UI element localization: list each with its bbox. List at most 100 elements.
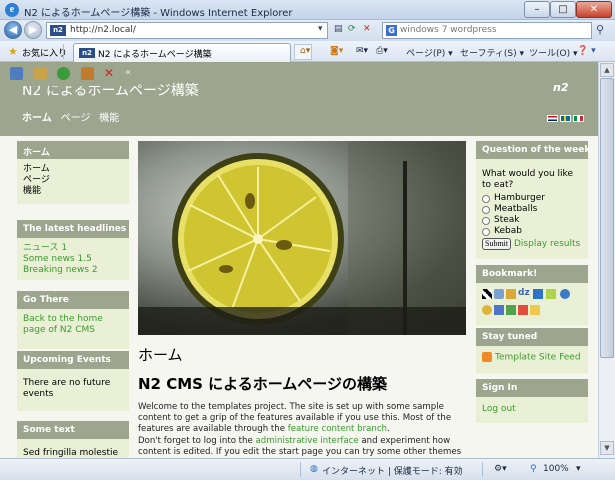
intro-text-end: . (387, 424, 390, 434)
top-navigation: ホーム ページ 機能 (22, 109, 125, 124)
display-results-link[interactable]: Display results (514, 239, 580, 249)
ask-icon[interactable] (560, 289, 570, 299)
feature-branch-link[interactable]: feature content branch (288, 424, 387, 434)
navigation-panel-icon[interactable] (10, 67, 23, 80)
address-url[interactable]: http://n2.local/ (70, 25, 136, 35)
close-window-button[interactable]: ✕ (576, 1, 612, 18)
security-zone-text[interactable]: インターネット | 保護モード: 有効 (322, 464, 463, 477)
vertical-scrollbar[interactable]: ▲ ▼ (598, 62, 615, 458)
delete-icon[interactable]: ✕ (104, 66, 114, 80)
protected-mode-icon[interactable]: ⚙▾ (494, 464, 507, 474)
zoom-dropdown-icon[interactable]: ▾ (576, 464, 581, 474)
favorites-star-icon[interactable]: ★ (8, 45, 18, 58)
favorites-button[interactable]: お気に入り (22, 46, 67, 59)
log-out-link[interactable]: Log out (482, 404, 516, 414)
blinklist-icon[interactable] (530, 305, 540, 315)
radio-button[interactable] (482, 216, 490, 225)
rss-feed-icon[interactable] (482, 352, 492, 362)
google-bookmark-icon[interactable] (533, 289, 543, 299)
compatibility-view-icon[interactable]: ▤ (334, 24, 343, 34)
submit-button[interactable]: Submit (482, 238, 512, 250)
back-button[interactable]: ◀ (4, 21, 22, 39)
home-icon[interactable]: ⌂▾ (300, 46, 310, 56)
maximize-button[interactable]: □ (550, 1, 576, 18)
technorati-icon[interactable] (546, 289, 556, 299)
poll-option-label: Kebab (494, 226, 522, 236)
yahoo-icon[interactable] (482, 305, 492, 315)
news-link[interactable]: Some news 1.5 (23, 254, 123, 265)
refresh-icon[interactable]: ⟳ (348, 24, 356, 34)
dzone-icon[interactable]: dz (518, 288, 530, 298)
collapse-toolbar-icon[interactable]: « (125, 67, 131, 78)
home-page-link[interactable]: Back to the home page of N2 CMS (23, 314, 103, 335)
search-icon[interactable]: ⚲ (596, 23, 604, 36)
stumbleupon-icon[interactable] (506, 289, 516, 299)
search-engine-icon[interactable]: G (386, 25, 397, 36)
minimize-button[interactable]: – (524, 1, 550, 18)
menu-link-page[interactable]: ページ (23, 175, 123, 186)
nav-item-home[interactable]: ホーム (22, 113, 52, 124)
mail-icon[interactable]: ✉▾ (356, 46, 368, 56)
box-title: The latest headlines (17, 220, 129, 238)
swedish-flag-icon[interactable] (560, 115, 571, 122)
zoom-icon[interactable]: ⚲ (530, 464, 537, 474)
admin-interface-link[interactable]: administrative interface (256, 436, 359, 446)
page-heading: ホーム (138, 346, 183, 364)
furl-icon[interactable] (506, 305, 516, 315)
poll-option[interactable]: Meatballs (482, 204, 582, 215)
print-icon[interactable]: ⎙▾ (376, 46, 388, 56)
address-bar[interactable]: n2 http://n2.local/ (46, 22, 328, 39)
tools-menu[interactable]: ツール(O) ▾ (529, 46, 578, 59)
news-link[interactable]: ニュース 1 (23, 243, 123, 254)
poll-option[interactable]: Kebab (482, 226, 582, 237)
radio-button[interactable] (482, 227, 490, 236)
digg-icon[interactable] (494, 289, 504, 299)
organize-icon[interactable] (81, 67, 94, 80)
n2-logo: n2 (553, 81, 569, 94)
some-text-content: Sed fringilla molestie (23, 448, 119, 458)
safety-menu[interactable]: セーフティ(S) ▾ (460, 46, 524, 59)
stop-icon[interactable]: ✕ (363, 24, 371, 34)
search-input[interactable]: G windows 7 wordpress (382, 22, 592, 39)
help-menu[interactable]: ❓ ▾ (577, 46, 596, 56)
italian-flag-icon[interactable] (573, 115, 584, 122)
box-title: Bookmark! (476, 265, 588, 283)
poll-option[interactable]: Hamburger (482, 193, 582, 204)
scroll-up-icon[interactable]: ▲ (600, 63, 614, 77)
box-title: Question of the week (476, 141, 590, 159)
address-dropdown-icon[interactable]: ▾ (318, 24, 323, 34)
news-link[interactable]: Breaking news 2 (23, 265, 123, 276)
live-icon[interactable] (494, 305, 504, 315)
menu-link-features[interactable]: 機能 (23, 186, 123, 197)
separator (300, 462, 301, 477)
box-title: Sign In (476, 379, 588, 397)
poll-option-label: Hamburger (494, 193, 545, 203)
forward-button[interactable]: ▶ (24, 21, 42, 39)
menu-link-home[interactable]: ホーム (23, 164, 123, 175)
template-site-feed-link[interactable]: Template Site Feed (495, 353, 581, 363)
stay-tuned-box: Stay tuned Template Site Feed (476, 328, 588, 373)
feeds-icon[interactable]: ◙▾ (330, 46, 343, 56)
nav-item-page[interactable]: ページ (61, 113, 91, 124)
go-there-box: Go There Back to the home page of N2 CMS (17, 291, 129, 349)
edit-icon[interactable] (34, 67, 47, 80)
page-menu[interactable]: ページ(P) ▾ (406, 46, 453, 59)
separator (63, 44, 64, 59)
add-icon[interactable] (57, 67, 70, 80)
box-title: Stay tuned (476, 328, 588, 346)
scroll-down-icon[interactable]: ▼ (600, 441, 614, 455)
radio-button[interactable] (482, 205, 490, 214)
scrollbar-thumb[interactable] (600, 78, 614, 358)
browser-tab[interactable]: n2 N2 によるホームページ構築 (73, 43, 291, 62)
zoom-level[interactable]: 100% (543, 464, 569, 474)
admin-text: Don't forget to log into the (138, 436, 256, 446)
english-flag-icon[interactable] (547, 115, 558, 122)
radio-button[interactable] (482, 194, 490, 203)
window-title: N2 によるホームページ構築 - Windows Internet Explor… (24, 8, 293, 19)
poll-option[interactable]: Steak (482, 215, 582, 226)
reddit-icon[interactable] (518, 305, 528, 315)
nav-item-features[interactable]: 機能 (99, 113, 119, 124)
box-title: Go There (17, 291, 129, 309)
window-title-bar[interactable]: e N2 によるホームページ構築 - Windows Internet Expl… (0, 0, 615, 20)
delicious-icon[interactable] (482, 289, 492, 299)
